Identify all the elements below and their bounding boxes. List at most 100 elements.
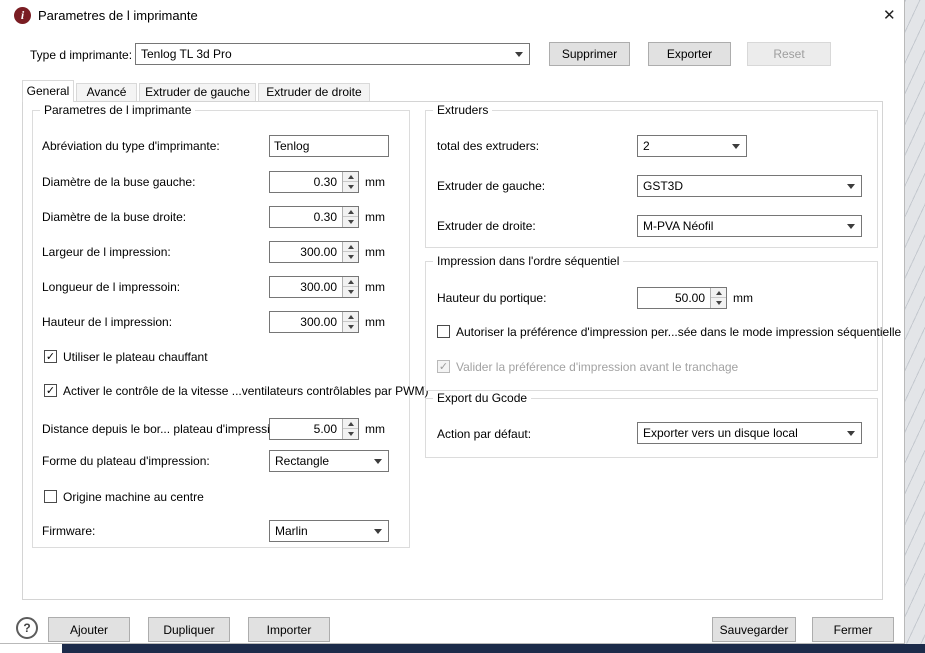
print-depth-input[interactable] <box>270 277 341 297</box>
print-width-spin[interactable] <box>269 241 359 263</box>
fan-pwm-label: Activer le contrôle de la vitesse ...ven… <box>63 384 429 398</box>
firmware-label: Firmware: <box>42 524 96 538</box>
printer-settings-dialog: i Parametres de l imprimante ✕ Type d im… <box>0 0 905 644</box>
extruder-left-select[interactable]: GST3D <box>637 175 862 197</box>
nozzle-right-input[interactable] <box>270 207 341 227</box>
dupliquer-button[interactable]: Dupliquer <box>148 617 230 642</box>
origin-center-checkbox[interactable] <box>44 490 57 503</box>
gantry-height-spin[interactable] <box>637 287 727 309</box>
unit-mm: mm <box>365 210 385 224</box>
spinner-buttons <box>342 419 358 439</box>
spin-down-icon[interactable] <box>343 252 358 262</box>
print-depth-spin[interactable] <box>269 276 359 298</box>
origin-center-label: Origine machine au centre <box>63 490 204 504</box>
print-height-label: Hauteur de l impression: <box>42 315 173 329</box>
spin-down-icon[interactable] <box>343 322 358 332</box>
gcode-export-group-title: Export du Gcode <box>433 391 532 405</box>
edge-distance-spin[interactable] <box>269 418 359 440</box>
chevron-down-icon <box>374 459 382 464</box>
spin-down-icon[interactable] <box>343 429 358 439</box>
print-width-input[interactable] <box>270 242 341 262</box>
spin-down-icon[interactable] <box>711 298 726 308</box>
print-width-label: Largeur de l impression: <box>42 245 171 259</box>
tab-extruder-droite[interactable]: Extruder de droite <box>258 83 370 102</box>
printer-params-group-title: Parametres de l imprimante <box>40 103 196 117</box>
edge-distance-label: Distance depuis le bor... plateau d'impr… <box>42 422 287 436</box>
firmware-select[interactable]: Marlin <box>269 520 389 542</box>
validate-preference-label: Valider la préférence d'impression avant… <box>456 360 739 374</box>
spin-down-icon[interactable] <box>343 182 358 192</box>
validate-preference-checkbox[interactable]: ✓ <box>437 360 450 373</box>
print-height-input[interactable] <box>270 312 341 332</box>
allow-sequential-checkbox[interactable] <box>437 325 450 338</box>
total-extruders-select[interactable]: 2 <box>637 135 747 157</box>
spinner-buttons <box>342 207 358 227</box>
edge-distance-input[interactable] <box>270 419 341 439</box>
supprimer-button[interactable]: Supprimer <box>549 42 630 66</box>
bed-shape-value: Rectangle <box>275 454 330 468</box>
extruders-group-title: Extruders <box>433 103 493 117</box>
importer-button[interactable]: Importer <box>248 617 330 642</box>
spin-up-icon[interactable] <box>343 312 358 322</box>
bed-shape-label: Forme du plateau d'impression: <box>42 454 210 468</box>
print-depth-label: Longueur de l impressoin: <box>42 280 181 294</box>
reset-button[interactable]: Reset <box>747 42 831 66</box>
bed-shape-select[interactable]: Rectangle <box>269 450 389 472</box>
unit-mm: mm <box>365 315 385 329</box>
chevron-down-icon <box>374 529 382 534</box>
gantry-height-input[interactable] <box>638 288 709 308</box>
allow-sequential-label: Autoriser la préférence d'impression per… <box>456 325 902 339</box>
check-icon: ✓ <box>438 361 449 373</box>
extruder-left-label: Extruder de gauche: <box>437 179 546 193</box>
extruder-right-label: Extruder de droite: <box>437 219 536 233</box>
unit-mm: mm <box>733 291 753 305</box>
dialog-title: Parametres de l imprimante <box>38 8 198 23</box>
spinner-buttons <box>342 312 358 332</box>
default-action-value: Exporter vers un disque local <box>643 426 798 440</box>
check-icon: ✓ <box>45 385 56 397</box>
app-background <box>905 0 925 644</box>
spin-down-icon[interactable] <box>343 217 358 227</box>
spin-up-icon[interactable] <box>343 207 358 217</box>
default-action-select[interactable]: Exporter vers un disque local <box>637 422 862 444</box>
nozzle-left-input[interactable] <box>270 172 341 192</box>
exporter-button[interactable]: Exporter <box>648 42 731 66</box>
unit-mm: mm <box>365 245 385 259</box>
spin-up-icon[interactable] <box>343 419 358 429</box>
tab-avance[interactable]: Avancé <box>76 83 137 102</box>
tab-general[interactable]: General <box>22 80 74 102</box>
chevron-down-icon <box>847 431 855 436</box>
screen: i Parametres de l imprimante ✕ Type d im… <box>0 0 925 653</box>
heated-bed-label: Utiliser le plateau chauffant <box>63 350 208 364</box>
spin-up-icon[interactable] <box>343 277 358 287</box>
printer-type-select[interactable]: Tenlog TL 3d Pro <box>135 43 530 65</box>
spin-down-icon[interactable] <box>343 287 358 297</box>
tab-extruder-gauche[interactable]: Extruder de gauche <box>139 83 256 102</box>
spinner-buttons <box>710 288 726 308</box>
extruder-right-select[interactable]: M-PVA Néofil <box>637 215 862 237</box>
nozzle-left-label: Diamètre de la buse gauche: <box>42 175 196 189</box>
nozzle-right-spin[interactable] <box>269 206 359 228</box>
ajouter-button[interactable]: Ajouter <box>48 617 130 642</box>
unit-mm: mm <box>365 175 385 189</box>
help-icon[interactable]: ? <box>16 617 38 639</box>
close-icon[interactable]: ✕ <box>883 6 896 24</box>
firmware-value: Marlin <box>275 524 308 538</box>
spin-up-icon[interactable] <box>343 172 358 182</box>
heated-bed-checkbox[interactable]: ✓ <box>44 350 57 363</box>
chevron-down-icon <box>847 184 855 189</box>
nozzle-left-spin[interactable] <box>269 171 359 193</box>
abbreviation-label: Abréviation du type d'imprimante: <box>42 139 220 153</box>
unit-mm: mm <box>365 280 385 294</box>
spinner-buttons <box>342 277 358 297</box>
sauvegarder-button[interactable]: Sauvegarder <box>712 617 796 642</box>
fermer-button[interactable]: Fermer <box>812 617 894 642</box>
spin-up-icon[interactable] <box>711 288 726 298</box>
fan-pwm-checkbox[interactable]: ✓ <box>44 384 57 397</box>
spin-up-icon[interactable] <box>343 242 358 252</box>
chevron-down-icon <box>847 224 855 229</box>
chevron-down-icon <box>732 144 740 149</box>
print-height-spin[interactable] <box>269 311 359 333</box>
chevron-down-icon <box>515 52 523 57</box>
abbreviation-input[interactable] <box>269 135 389 157</box>
